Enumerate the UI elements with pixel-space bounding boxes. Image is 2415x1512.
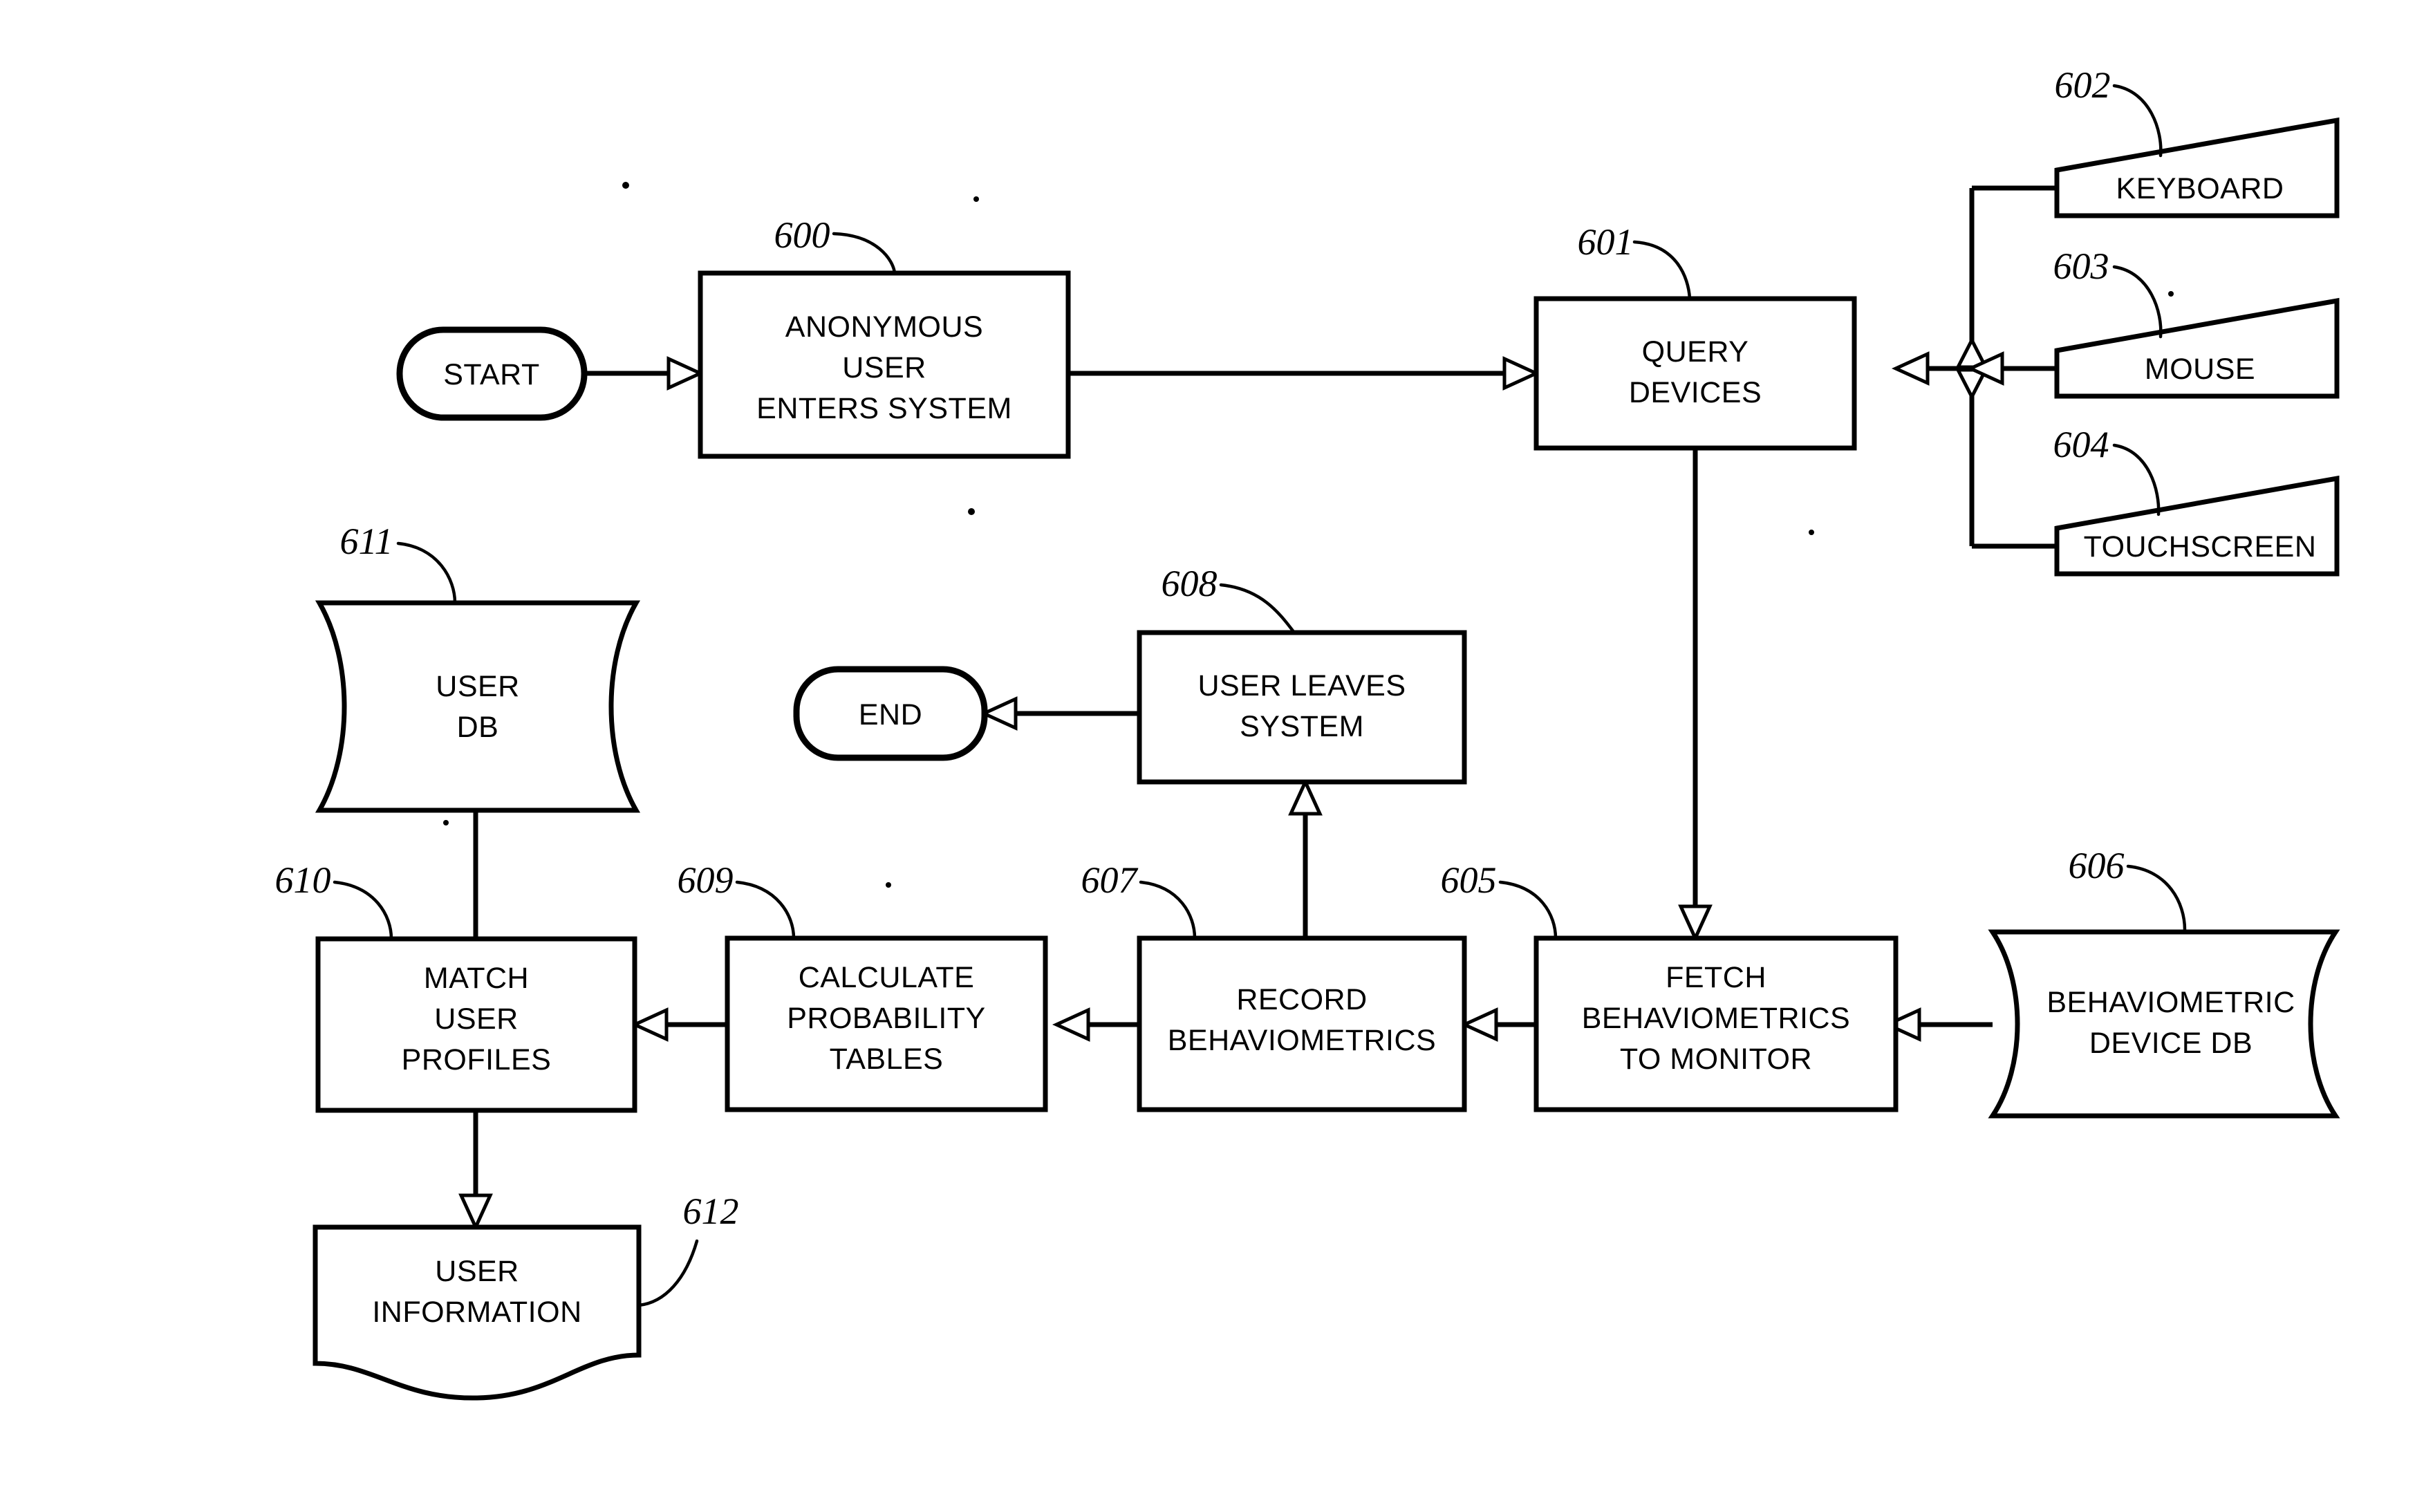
node-609-line-1: CALCULATE <box>799 961 975 994</box>
ref-numeral-600: 600 <box>774 214 830 256</box>
scan-speck <box>622 182 629 189</box>
leader-600 <box>832 232 897 275</box>
ref-numeral-609: 609 <box>678 859 734 901</box>
scan-speck <box>973 196 979 202</box>
ref-numeral-601: 601 <box>1578 221 1634 263</box>
leader-609 <box>735 880 796 940</box>
patent-figure: START ANONYMOUS USER ENTERS SYSTEM QUERY… <box>0 0 2415 1512</box>
ref-numeral-607: 607 <box>1081 859 1139 901</box>
arrowhead-609-to-610 <box>630 1007 669 1042</box>
leader-603 <box>2112 265 2163 339</box>
node-612-line-1: USER <box>435 1255 519 1288</box>
node-606-line-2: DEVICE DB <box>2089 1027 2253 1060</box>
leader-601 <box>1632 240 1692 301</box>
node-611-shape <box>315 600 641 813</box>
ref-numeral-605: 605 <box>1441 859 1497 901</box>
leader-604 <box>2112 443 2161 516</box>
node-601-box <box>1533 296 1857 451</box>
arrowhead-start-to-600 <box>666 356 705 391</box>
leader-612 <box>637 1239 699 1307</box>
node-605-line-2: BEHAVIOMETRICS <box>1582 1002 1850 1035</box>
arrowhead-607-to-608 <box>1288 777 1323 816</box>
leader-606 <box>2126 864 2187 932</box>
arrowhead-605-to-607 <box>1460 1007 1498 1042</box>
ref-numeral-606: 606 <box>2069 845 2125 886</box>
node-610-line-1: MATCH <box>424 962 529 995</box>
node-607-line-1: RECORD <box>1236 983 1367 1016</box>
node-610-line-3: PROFILES <box>402 1043 552 1076</box>
leader-610 <box>333 880 393 941</box>
node-608-line-2: SYSTEM <box>1240 710 1364 743</box>
scan-speck <box>968 508 975 515</box>
node-600-line-3: ENTERS SYSTEM <box>756 392 1012 425</box>
node-608-box <box>1137 630 1467 785</box>
flowchart-canvas: START ANONYMOUS USER ENTERS SYSTEM QUERY… <box>275 64 2340 1401</box>
node-609-line-2: PROBABILITY <box>787 1002 985 1035</box>
ref-numeral-604: 604 <box>2053 424 2109 465</box>
leader-607 <box>1139 880 1197 940</box>
scan-speck <box>443 820 449 825</box>
arrowhead-bus-to-601 <box>1891 351 1930 386</box>
ref-numeral-608: 608 <box>1162 563 1218 604</box>
node-611-line-2: DB <box>457 711 499 744</box>
node-601-line-1: QUERY <box>1642 335 1749 368</box>
node-612-line-2: INFORMATION <box>372 1296 581 1329</box>
node-607-line-2: BEHAVIOMETRICS <box>1168 1024 1436 1057</box>
arrowhead-608-to-end <box>979 696 1018 731</box>
node-605-line-3: TO MONITOR <box>1620 1043 1812 1076</box>
node-602-label: KEYBOARD <box>2116 172 2284 205</box>
ref-numeral-610: 610 <box>275 859 331 901</box>
scan-speck <box>1809 530 1814 535</box>
node-603-label: MOUSE <box>2145 353 2255 386</box>
node-608-line-1: USER LEAVES <box>1197 669 1406 702</box>
scan-speck <box>2168 291 2174 297</box>
node-606-shape <box>1988 929 2340 1119</box>
arrowhead-610-to-612 <box>458 1193 493 1232</box>
leader-602 <box>2112 84 2163 158</box>
terminator-start-label: START <box>443 358 539 391</box>
node-600-line-1: ANONYMOUS <box>785 310 983 344</box>
ref-numeral-611: 611 <box>340 521 393 562</box>
arrowhead-601-to-605 <box>1678 904 1713 943</box>
arrowhead-600-to-601 <box>1502 356 1541 391</box>
ref-numeral-603: 603 <box>2053 245 2109 287</box>
node-605-line-1: FETCH <box>1666 961 1766 994</box>
ref-numeral-612: 612 <box>683 1191 739 1232</box>
scan-speck <box>886 882 891 888</box>
ref-numeral-602: 602 <box>2055 64 2111 106</box>
node-610-line-2: USER <box>434 1002 518 1036</box>
node-609-line-3: TABLES <box>830 1043 944 1076</box>
arrowhead-607-to-609 <box>1052 1007 1090 1042</box>
node-601-line-2: DEVICES <box>1629 376 1762 409</box>
terminator-end-label: END <box>859 698 922 731</box>
node-600-line-2: USER <box>842 351 926 384</box>
node-611-line-1: USER <box>436 670 519 703</box>
leader-608 <box>1219 583 1296 635</box>
leader-611 <box>396 541 457 605</box>
node-606-line-1: BEHAVIOMETRIC <box>2046 986 2295 1019</box>
leader-605 <box>1498 880 1558 940</box>
node-604-label: TOUCHSCREEN <box>2084 530 2317 563</box>
